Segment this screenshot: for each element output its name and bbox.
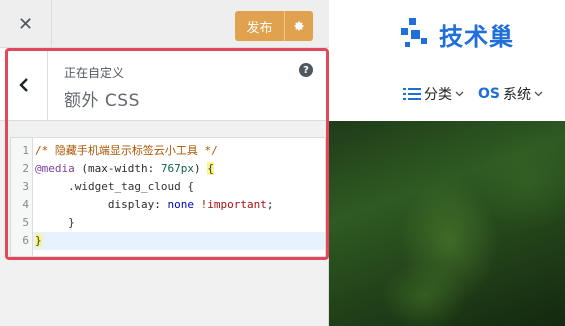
nav-label: 系统 bbox=[502, 87, 531, 103]
code-brace-match: { bbox=[207, 162, 214, 175]
code-colon: : bbox=[154, 198, 168, 211]
code-brace: } bbox=[35, 216, 75, 229]
help-icon[interactable]: ? bbox=[299, 63, 313, 77]
site-nav: 分类 OS 系统 bbox=[403, 84, 543, 104]
logo-mark-icon bbox=[401, 16, 437, 52]
site-preview: 技术巢 分类 OS 系统 bbox=[329, 0, 565, 326]
line-number: 6 bbox=[22, 234, 29, 247]
close-icon: ✕ bbox=[17, 13, 34, 35]
publish-label: 发布 bbox=[246, 20, 273, 36]
code-at-rule: @media bbox=[35, 162, 75, 175]
gear-icon bbox=[294, 21, 304, 31]
section-header: 正在自定义 额外 CSS bbox=[0, 48, 329, 121]
nav-item-categories[interactable]: 分类 bbox=[403, 84, 464, 104]
nav-label-accent: OS bbox=[478, 86, 500, 102]
code-line[interactable]: .widget_tag_cloud { bbox=[33, 178, 325, 196]
code-brace-match: } bbox=[35, 234, 42, 247]
code-line[interactable]: display: none !important; bbox=[33, 196, 325, 214]
line-number: 4 bbox=[22, 198, 29, 211]
nav-item-os[interactable]: OS 系统 bbox=[478, 84, 543, 104]
css-code-editor[interactable]: 1 2 3 4 5 6 /* 隐藏手机端显示标签云小工具 */ @media (… bbox=[10, 137, 326, 257]
line-number: 5 bbox=[22, 216, 29, 229]
code-keyword: none bbox=[167, 198, 194, 211]
customizer-topbar: ✕ 发布 bbox=[0, 0, 329, 48]
chevron-left-icon bbox=[18, 77, 28, 92]
back-button[interactable] bbox=[0, 48, 48, 121]
line-number: 3 bbox=[22, 180, 29, 193]
code-media-close: ) bbox=[193, 162, 208, 175]
line-number: 2 bbox=[22, 162, 29, 175]
code-number: 767px bbox=[160, 162, 194, 175]
logo-text: 技术巢 bbox=[439, 22, 514, 51]
chevron-down-icon bbox=[534, 91, 543, 97]
line-number: 1 bbox=[22, 144, 29, 157]
section-title: 额外 CSS bbox=[64, 91, 140, 111]
code-property: display bbox=[107, 198, 155, 211]
code-lines[interactable]: /* 隐藏手机端显示标签云小工具 */ @media (max-width: 7… bbox=[33, 142, 325, 250]
publish-button[interactable]: 发布 bbox=[235, 11, 313, 41]
code-media-open: (max-width: bbox=[74, 162, 161, 175]
code-semicolon: ; bbox=[266, 198, 274, 211]
chevron-down-icon bbox=[455, 91, 464, 97]
code-line[interactable]: /* 隐藏手机端显示标签云小工具 */ bbox=[33, 142, 325, 160]
list-icon bbox=[403, 88, 421, 100]
code-selector: .widget_tag_cloud { bbox=[35, 180, 194, 193]
breadcrumb: 正在自定义 bbox=[64, 66, 125, 80]
customizer-panel: ✕ 发布 正在自定义 额外 CSS ? 1 2 3 4 5 6 /* 隐藏手机端… bbox=[0, 0, 329, 326]
line-number-gutter: 1 2 3 4 5 6 bbox=[11, 138, 33, 256]
code-line-active[interactable]: } bbox=[33, 232, 325, 250]
nav-label: 分类 bbox=[424, 87, 452, 103]
code-line[interactable]: @media (max-width: 767px) { bbox=[33, 160, 325, 178]
hero-image bbox=[329, 121, 565, 326]
close-button[interactable]: ✕ bbox=[0, 0, 52, 48]
code-line[interactable]: } bbox=[33, 214, 325, 232]
code-comment: /* 隐藏手机端显示标签云小工具 */ bbox=[35, 144, 218, 157]
code-important: !important bbox=[200, 198, 267, 211]
publish-settings-button[interactable] bbox=[285, 11, 313, 41]
site-logo[interactable]: 技术巢 bbox=[401, 16, 514, 52]
